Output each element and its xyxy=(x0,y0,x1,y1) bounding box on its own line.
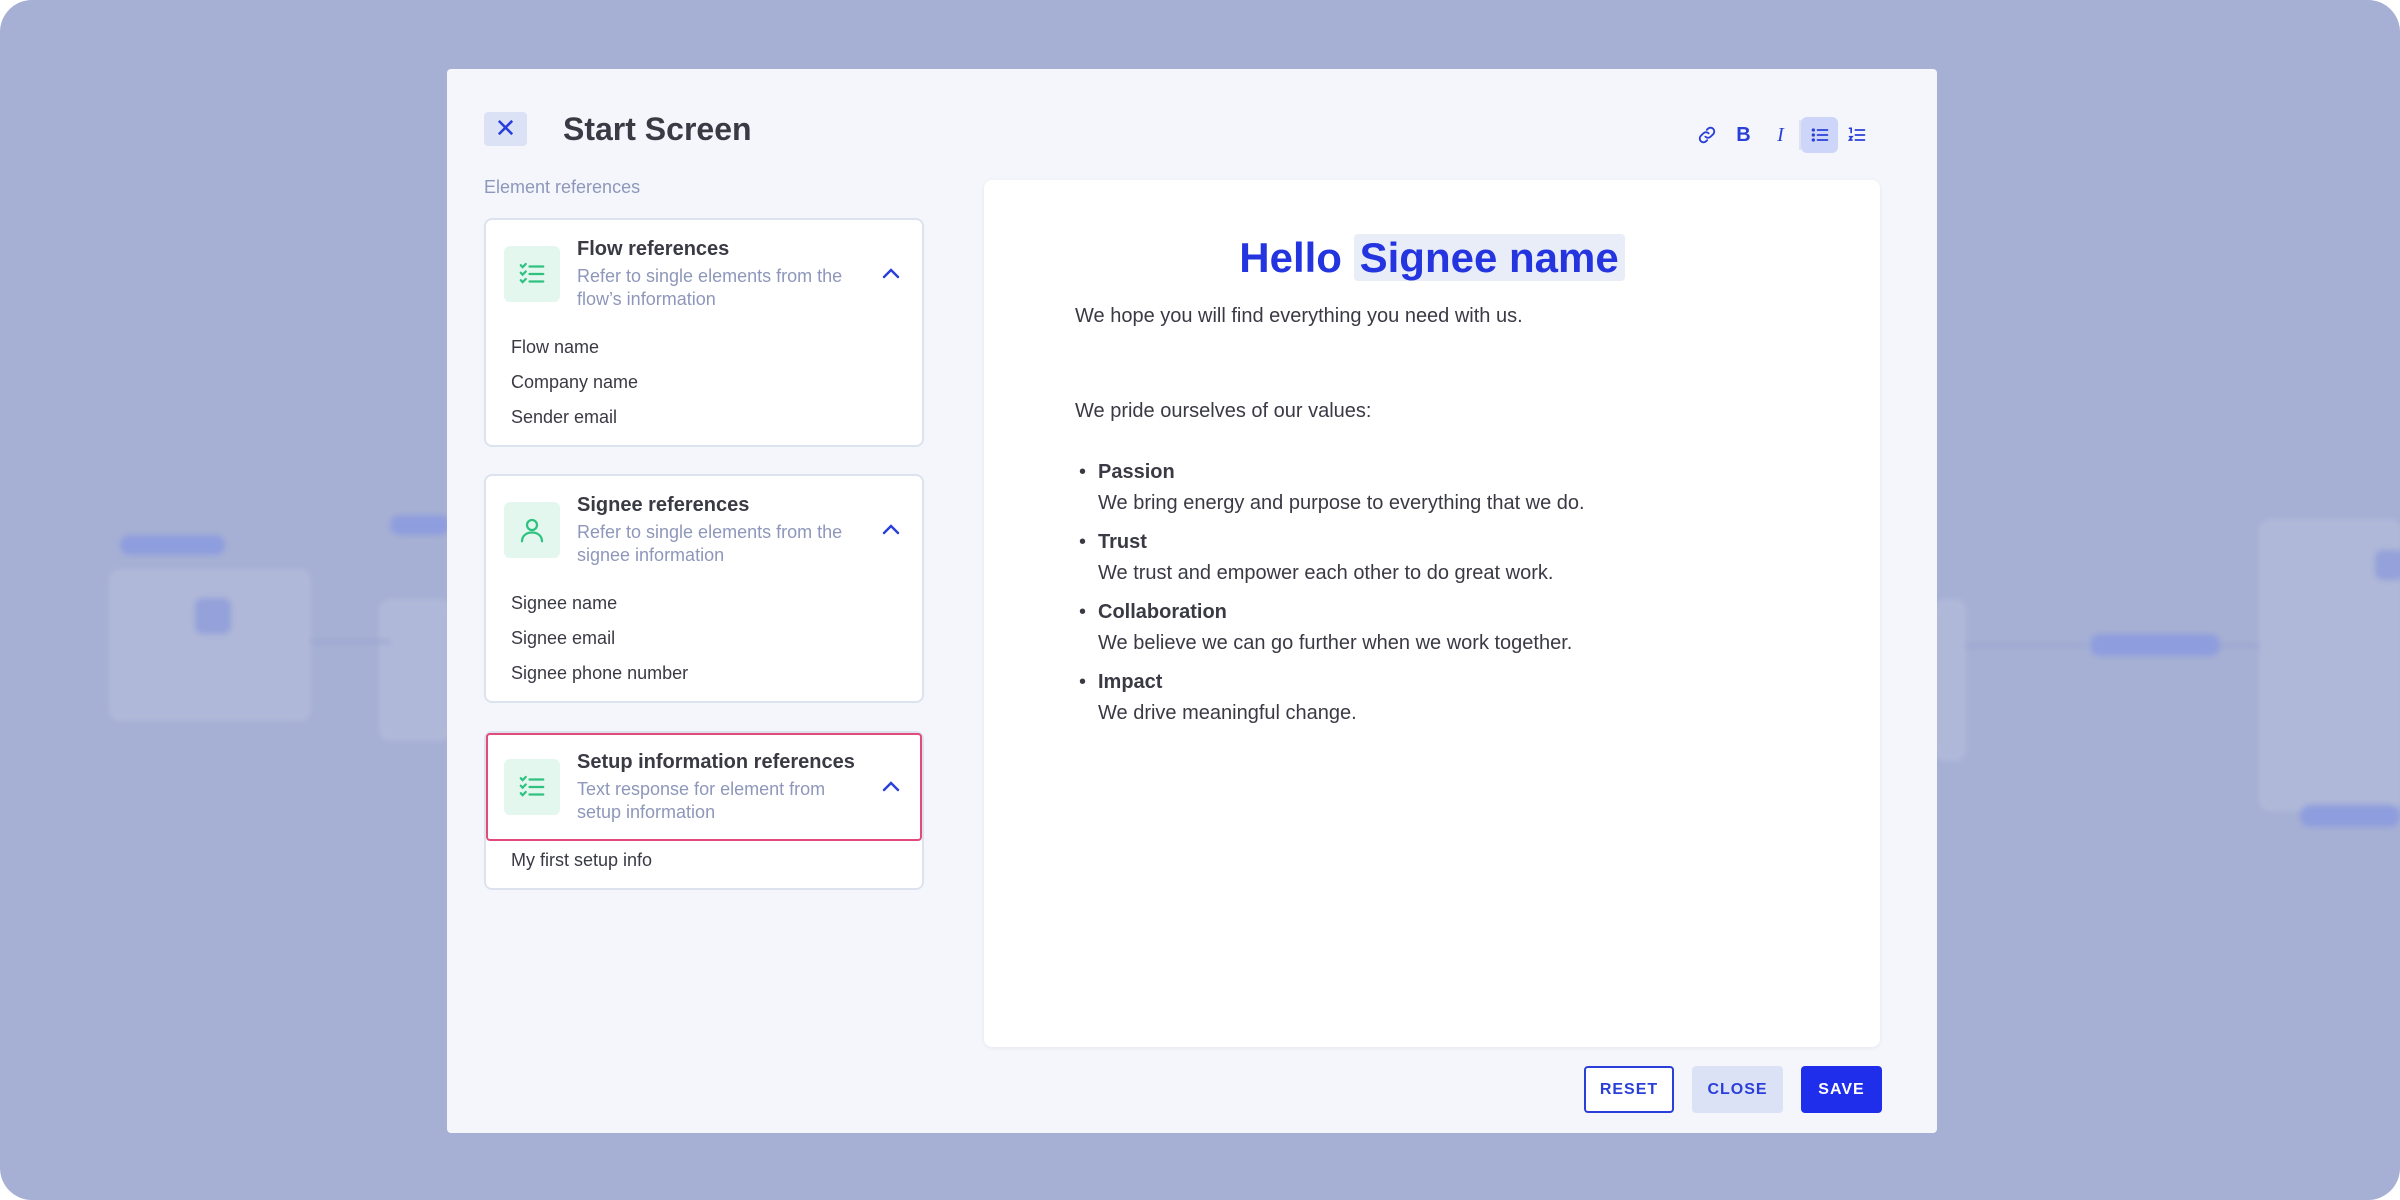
reset-button[interactable]: RESET xyxy=(1584,1066,1674,1113)
user-icon xyxy=(504,502,560,558)
bullet-list-icon[interactable] xyxy=(1801,117,1838,153)
reference-item-signee-phone[interactable]: Signee phone number xyxy=(511,656,922,691)
heading-text: Hello xyxy=(1239,234,1342,281)
list-item-title: Collaboration xyxy=(1098,601,1227,623)
background-node-tag xyxy=(2090,634,2220,656)
list-item-title: Impact xyxy=(1098,671,1163,693)
flow-references-card: Flow references Refer to single elements… xyxy=(484,218,924,447)
signee-references-card: Signee references Refer to single elemen… xyxy=(484,474,924,703)
italic-icon[interactable]: I xyxy=(1762,117,1799,153)
chevron-up-icon[interactable] xyxy=(874,256,908,290)
list-item-title: Trust xyxy=(1098,531,1147,553)
document-heading: Hello Signee name xyxy=(984,230,1880,286)
background-connector xyxy=(2220,644,2260,647)
background-connector xyxy=(1965,644,2085,647)
chevron-up-icon[interactable] xyxy=(874,512,908,546)
reference-title: Setup information references xyxy=(577,751,855,773)
bold-icon[interactable]: B xyxy=(1725,117,1762,153)
setup-information-references-header[interactable]: Setup information references Text respon… xyxy=(486,733,922,841)
setup-information-references-card: Setup information references Text respon… xyxy=(484,731,924,890)
background-node-icon xyxy=(195,598,231,634)
values-intro-paragraph: We pride ourselves of our values: xyxy=(1075,400,1372,422)
signee-name-reference-tag[interactable]: Signee name xyxy=(1353,234,1625,281)
signee-references-header[interactable]: Signee references Refer to single elemen… xyxy=(486,476,922,584)
bold-glyph: B xyxy=(1736,123,1751,146)
reference-items: Signee name Signee email Signee phone nu… xyxy=(486,584,922,701)
background-node-card xyxy=(380,600,450,740)
reference-title: Flow references xyxy=(577,238,730,260)
close-icon-button[interactable]: ✕ xyxy=(484,112,527,146)
list-item: Impact We drive meaningful change. xyxy=(1075,667,1775,729)
values-list: Passion We bring energy and purpose to e… xyxy=(1075,457,1775,737)
background-node-card xyxy=(1935,600,1965,760)
save-button[interactable]: SAVE xyxy=(1801,1066,1882,1113)
link-icon[interactable] xyxy=(1688,117,1725,153)
background-node-icon xyxy=(2375,550,2400,580)
list-item-description: We trust and empower each other to do gr… xyxy=(1098,562,1554,584)
list-item: Trust We trust and empower each other to… xyxy=(1075,527,1775,589)
background-connector xyxy=(310,640,390,643)
italic-glyph: I xyxy=(1777,123,1784,146)
list-item-title: Passion xyxy=(1098,461,1175,483)
reference-title: Signee references xyxy=(577,494,750,516)
reference-item-my-first-setup-info[interactable]: My first setup info xyxy=(511,843,922,878)
background-node-tag xyxy=(120,535,225,555)
intro-paragraph: We hope you will find everything you nee… xyxy=(1075,305,1523,327)
background-node-tag xyxy=(2300,805,2400,827)
reference-items: My first setup info xyxy=(486,841,922,888)
reference-subtitle: Refer to single elements from the flow’s… xyxy=(577,266,843,309)
app-frame: ✕ Start Screen Element references B I Fl… xyxy=(0,0,2400,1200)
editor-toolbar: B I xyxy=(1688,115,1875,155)
list-item-description: We drive meaningful change. xyxy=(1098,702,1357,724)
close-button[interactable]: CLOSE xyxy=(1692,1066,1783,1113)
reference-item-signee-email[interactable]: Signee email xyxy=(511,621,922,656)
section-label: Element references xyxy=(484,177,641,197)
reference-item-flow-name[interactable]: Flow name xyxy=(511,330,922,365)
list-item-description: We bring energy and purpose to everythin… xyxy=(1098,492,1585,514)
list-item-description: We believe we can go further when we wor… xyxy=(1098,632,1573,654)
reference-item-sender-email[interactable]: Sender email xyxy=(511,400,922,435)
reference-items: Flow name Company name Sender email xyxy=(486,328,922,445)
reference-item-company-name[interactable]: Company name xyxy=(511,365,922,400)
checklist-icon xyxy=(504,759,560,815)
numbered-list-icon[interactable] xyxy=(1838,117,1875,153)
list-item: Passion We bring energy and purpose to e… xyxy=(1075,457,1775,519)
flow-references-header[interactable]: Flow references Refer to single elements… xyxy=(486,220,922,328)
background-node-card xyxy=(110,570,310,720)
reference-item-signee-name[interactable]: Signee name xyxy=(511,586,922,621)
modal-title: Start Screen xyxy=(563,111,752,147)
rich-text-editor[interactable]: Hello Signee name We hope you will find … xyxy=(984,180,1880,1047)
chevron-up-icon[interactable] xyxy=(874,769,908,803)
start-screen-modal: ✕ Start Screen Element references B I Fl… xyxy=(447,69,1937,1133)
background-node-tag xyxy=(390,515,450,535)
reference-subtitle: Refer to single elements from the signee… xyxy=(577,522,843,565)
reference-subtitle: Text response for element from setup inf… xyxy=(577,779,826,822)
list-item: Collaboration We believe we can go furth… xyxy=(1075,597,1775,659)
checklist-icon xyxy=(504,246,560,302)
